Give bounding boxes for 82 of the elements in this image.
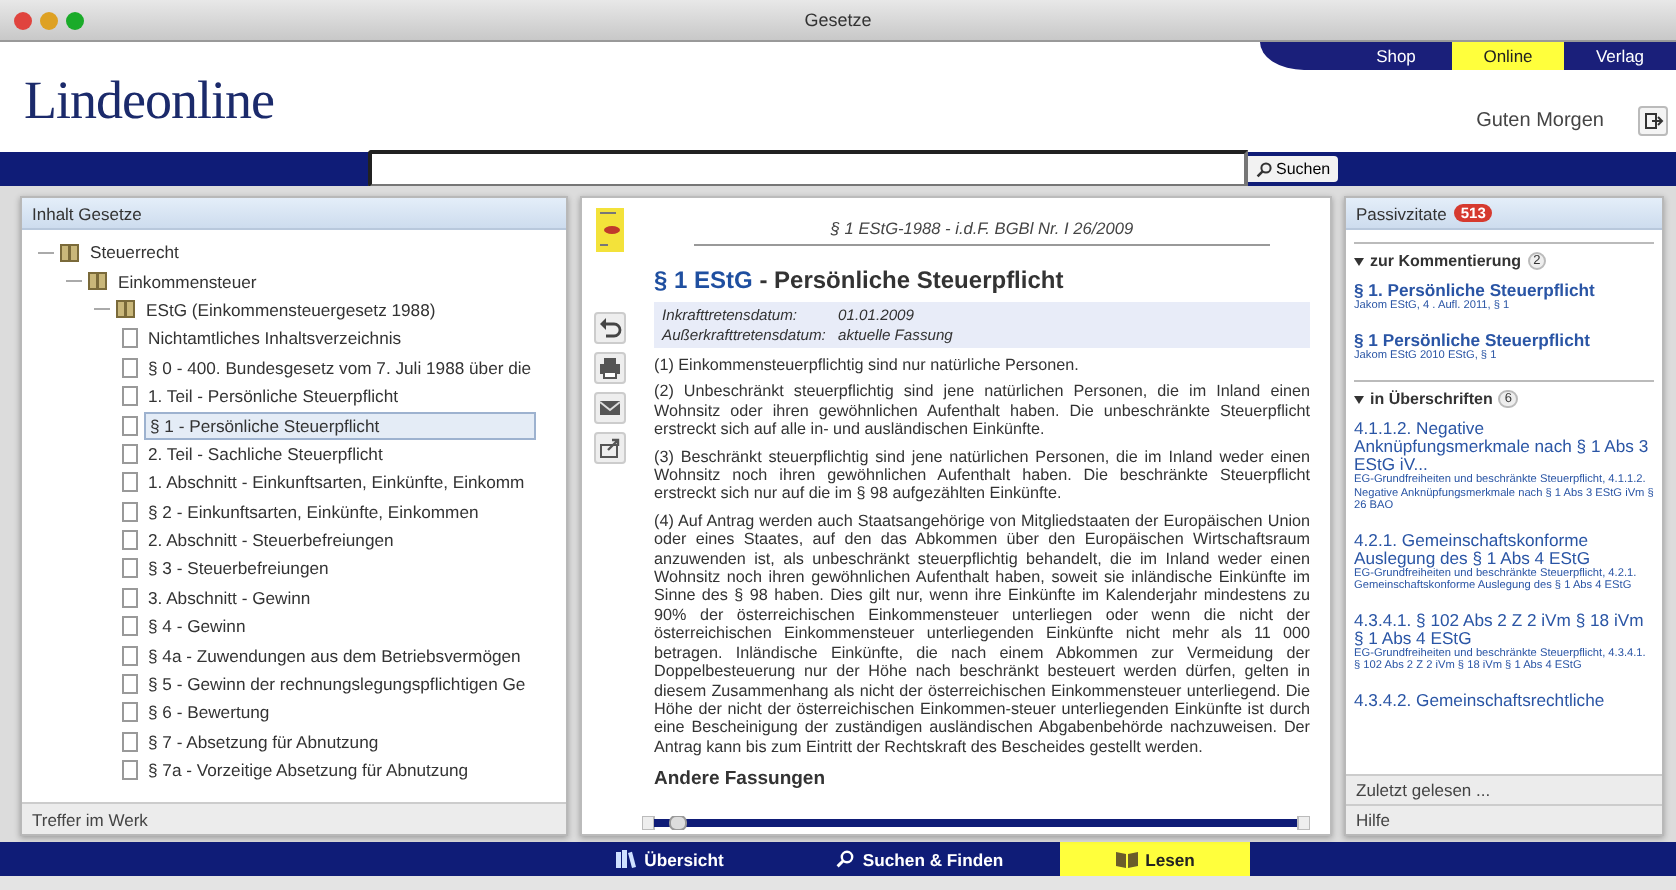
tree-item[interactable]: § 3 - Steuerbefreiungen [144, 556, 333, 581]
tree-item[interactable]: § 2 - Einkunftsarten, Einkünfte, Einkommen [144, 499, 483, 524]
panel-title: Inhalt Gesetze [32, 203, 142, 223]
page-icon [122, 472, 138, 493]
paragraph: (1) Einkommensteuerpflichtig sind nur natürliche Personen. [654, 356, 1081, 375]
tree-item[interactable]: 1. Teil - Persönliche Steuerpflicht [144, 384, 402, 409]
page-icon [122, 328, 138, 349]
page-icon [122, 645, 138, 666]
book-icon [60, 243, 80, 262]
tree-item[interactable]: 1. Abschnitt - Einkunftsarten, Einkünfte, Einkomm [144, 470, 529, 495]
tree-item[interactable]: § 7a - Vorzeitige Absetzung für Abnutzung [144, 758, 473, 783]
window-title: Gesetze [804, 10, 872, 30]
tree-item[interactable]: 2. Abschnitt - Steuerbefreiungen [144, 528, 398, 553]
page-icon [122, 501, 138, 522]
results-link[interactable]: Treffer im Werk [32, 809, 148, 829]
books-icon [616, 850, 637, 868]
section-title[interactable]: in Überschriften [1370, 390, 1493, 408]
tree-item[interactable]: § 6 - Bewertung [144, 700, 274, 725]
book-icon [1115, 850, 1138, 868]
nav-tab[interactable]: Lesen [1060, 842, 1250, 876]
panel-link[interactable]: Hilfe [1356, 810, 1391, 830]
nav-tab[interactable]: Online [1452, 42, 1564, 70]
page-icon [122, 587, 138, 608]
greeting: Guten Morgen [1476, 110, 1604, 132]
logo: Lindeonline [24, 70, 274, 132]
tree-item[interactable]: EStG (Einkommensteuergesetz 1988) [142, 297, 440, 322]
close-button[interactable] [14, 11, 32, 29]
tree-item[interactable]: § 5 - Gewinn der rechnungslegungspflichtigen Ge [144, 672, 530, 697]
page-icon [122, 357, 138, 378]
citation-link[interactable]: § 1 Persönliche Steuerpflicht [1354, 331, 1654, 349]
scrollbar[interactable] [642, 816, 1310, 830]
tree-item[interactable]: 3. Abschnitt - Gewinn [144, 585, 315, 610]
tree-item[interactable]: § 0 - 400. Bundesgesetz vom 7. Juli 1988 über die [144, 355, 536, 380]
search-field[interactable] [368, 150, 1248, 188]
document-title: § 1 EStG - Persönliche Steuerpflicht [654, 266, 1066, 294]
tree-item[interactable]: § 7 - Absetzung für Abnutzung [144, 729, 383, 754]
share-icon[interactable] [594, 432, 626, 464]
tree-item[interactable]: § 4a - Zuwendungen aus dem Betriebsvermögen [144, 643, 525, 668]
page-icon [122, 415, 138, 436]
tree-item[interactable]: 2. Teil - Sachliche Steuerpflicht [144, 441, 387, 466]
tree-item[interactable]: § 4 - Gewinn [144, 614, 250, 639]
logout-icon[interactable] [1638, 106, 1668, 136]
paragraph: (2) Unbeschränkt steuerpflichtig sind jene natürlichen Personen, die im Inland einen Wohnsitz oder ihren gewöhnlichen Aufenthalt haben. Die unbeschränkte Steuerpflicht erstreckt sich auf alle in- und ausländischen Einkünfte. [654, 382, 1310, 440]
page-icon [122, 674, 138, 695]
citation-link[interactable]: 4.1.1.2. Negative Anknüpfungsmerkmale nach § 1 Abs 3 EStG iV... [1354, 420, 1654, 474]
nav-tab[interactable]: Übersicht [560, 842, 780, 876]
search-icon [836, 850, 855, 868]
tree-item[interactable]: Nichtamtliches Inhaltsverzeichnis [144, 326, 406, 351]
panel-title: Passivzitate [1356, 203, 1447, 223]
nav-tab[interactable]: Shop [1340, 42, 1452, 70]
disclosure-icon[interactable] [1354, 395, 1364, 403]
tree-item[interactable]: Einkommensteuer [114, 269, 261, 294]
search-button[interactable]: Suchen [1248, 156, 1339, 182]
book-icon [116, 300, 136, 319]
citation-link[interactable]: 4.2.1. Gemeinschaftskonforme Auslegung des § 1 Abs 4 EStG [1354, 531, 1654, 567]
page-icon [122, 731, 138, 752]
page-icon [122, 616, 138, 637]
page-icon [122, 702, 138, 723]
search-icon [1256, 161, 1272, 177]
paragraph: (3) Beschränkt steuerpflichtig sind jene natürlichen Personen, die im Inland weder einen Wohnsitz noch ihren gewöhnlichen Aufenthalt haben. Die beschränkte Steuerpflicht erstreckt sich nur auf die im § 98 aufgezählten Einkünfte. [654, 447, 1310, 504]
page-icon [122, 443, 138, 464]
citation-link[interactable]: 4.3.4.1. § 102 Abs 2 Z 2 iVm § 18 iVm § 1 Abs 4 EStG [1354, 611, 1654, 647]
nav-tab[interactable]: Suchen & Finden [780, 842, 1060, 876]
page-icon [122, 558, 138, 579]
document-source: § 1 EStG-1988 - i.d.F. BGBl Nr. I 26/2009 [694, 218, 1270, 246]
citation-link[interactable]: § 1. Persönliche Steuerpflicht [1354, 282, 1654, 300]
page-icon [122, 760, 138, 781]
citation-link[interactable]: 4.3.4.2. Gemeinschaftsrechtliche [1354, 691, 1654, 709]
back-icon[interactable] [594, 312, 626, 344]
section-title[interactable]: zur Kommentierung [1370, 252, 1522, 270]
nav-tab[interactable]: Verlag [1564, 42, 1676, 70]
book-icon [88, 272, 108, 291]
tree-item[interactable]: Steuerrecht [86, 240, 183, 265]
disclosure-icon[interactable] [1354, 257, 1364, 265]
print-icon[interactable] [594, 352, 626, 384]
mail-icon[interactable] [594, 392, 626, 424]
paragraph: (4) Auf Antrag werden auch Staatsangehörige von Mitgliedstaaten der Europäischen Union oder eines Staates, auf den das Abkommen über den Europäischen Wirtschaftsraum anzuwenden ist, als unbeschränkt steuerpflichtig behandelt, die im Inland weder einen Wohnsitz noch ihren gewöhnlichen Aufenthalt haben, soweit sie inländische Einkünfte im Sinne des § 98 haben. Dies gilt nur, wenn ihre Einkünfte im Kalenderjahr mindestens zu 90% der österreichischen Einkommensteuer unterliegen oder wenn die nicht der österreichischen Einkommensteuer unterliegenden Einkünfte nicht mehr als 11 000 betragen. Inländische Einkünfte, die nach einem Abkommen zur Vermeidung der Doppelbesteuerung nur der Höhe nach beschränkt besteuert werden dürfen, gelten in diesem Zusammenhang als nicht der österreichischen Einkommensteuer unterliegend. Die Höhe der nicht der österreichischen Einkommen-steuer unterliegenden Einkünfte ist durch eine Bescheinigung der zuständigen ausländischen Abgabenbehörde nachzuweisen. Der Antrag kann bis zum Eintritt der Rechtskraft des Bescheides gestellt werden. [654, 511, 1310, 757]
page-icon [122, 530, 138, 551]
section-heading: Andere Fassungen [654, 768, 828, 791]
page-icon [122, 386, 138, 407]
tree-item[interactable]: § 1 - Persönliche Steuerpflicht [144, 411, 536, 440]
book-cover-icon[interactable] [596, 208, 624, 252]
